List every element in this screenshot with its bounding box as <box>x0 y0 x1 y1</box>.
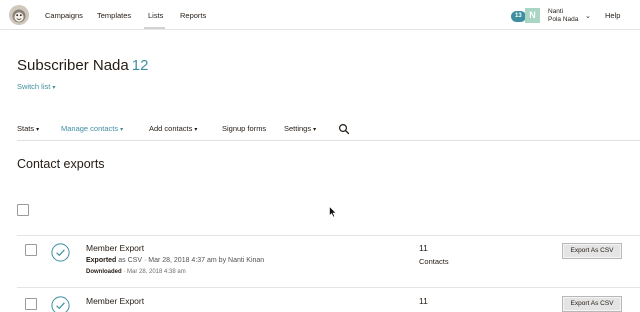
check-circle-icon <box>51 296 70 312</box>
subnav-label: Manage contacts <box>61 124 119 133</box>
mouse-cursor-icon <box>329 205 337 218</box>
search-icon[interactable] <box>338 122 350 135</box>
subnav-settings[interactable]: Settings ▾ <box>284 124 316 133</box>
subnav-label: Settings <box>284 124 312 133</box>
chevron-down-icon: ▾ <box>36 127 40 133</box>
export-status: Exported <box>86 257 117 264</box>
check-circle-icon <box>51 243 70 262</box>
row-checkbox[interactable] <box>25 298 37 310</box>
subnav-stats[interactable]: Stats ▾ <box>17 124 39 133</box>
divider <box>17 287 640 288</box>
nav-reports[interactable]: Reports <box>180 11 206 20</box>
subnav-label: Add contacts <box>149 124 193 133</box>
nav-lists[interactable]: Lists <box>148 11 163 20</box>
chevron-down-icon: ▾ <box>313 127 317 133</box>
switch-list-label: Switch list <box>17 82 51 91</box>
download-info: Downloaded · Mar 28, 2018 4:38 am <box>86 269 186 275</box>
mailchimp-logo-icon[interactable] <box>9 5 29 25</box>
export-as-csv-button[interactable]: Export As CSV <box>562 243 622 259</box>
nav-active-indicator <box>144 27 165 29</box>
subnav-add-contacts[interactable]: Add contacts ▾ <box>149 124 197 133</box>
export-meta: Exported as CSV · Mar 28, 2018 4:37 am b… <box>86 257 264 264</box>
switch-list-dropdown[interactable]: Switch list ▾ <box>17 82 55 91</box>
chevron-down-icon[interactable]: ⌄ <box>585 12 591 20</box>
select-all-checkbox[interactable] <box>17 204 29 216</box>
list-name: Subscriber Nada <box>17 57 129 74</box>
download-status: Downloaded <box>86 269 122 275</box>
top-navigation: Campaigns Templates Lists Reports 13 N N… <box>0 0 640 30</box>
divider <box>17 235 640 236</box>
nav-campaigns[interactable]: Campaigns <box>45 11 83 20</box>
subnav-manage-contacts[interactable]: Manage contacts ▾ <box>61 124 123 133</box>
contact-unit: Contacts <box>419 257 449 266</box>
export-as-csv-button[interactable]: Export As CSV <box>562 296 622 312</box>
export-name[interactable]: Member Export <box>86 243 144 253</box>
account-user-name[interactable]: Nanti <box>548 8 563 16</box>
row-checkbox[interactable] <box>25 244 37 256</box>
download-detail: · Mar 28, 2018 4:38 am <box>121 269 186 275</box>
account-org-name[interactable]: Pola Nada <box>548 16 578 24</box>
chevron-down-icon: ▾ <box>52 85 56 91</box>
nav-templates[interactable]: Templates <box>97 11 131 20</box>
section-title: Contact exports <box>17 157 105 171</box>
export-name[interactable]: Member Export <box>86 296 144 306</box>
contact-count: 11 <box>419 296 428 306</box>
export-detail: as CSV · Mar 28, 2018 4:37 am by Nanti K… <box>116 257 265 264</box>
notification-badge[interactable]: 13 <box>511 11 526 22</box>
contact-count: 11 <box>419 243 428 253</box>
chevron-down-icon: ▾ <box>120 127 124 133</box>
help-link[interactable]: Help <box>605 11 620 20</box>
chevron-down-icon: ▾ <box>194 127 198 133</box>
list-subscriber-count: 12 <box>131 57 149 74</box>
subnav-label: Stats <box>17 124 35 133</box>
subnav-signup-forms[interactable]: Signup forms <box>222 124 266 133</box>
subnav-label: Signup forms <box>222 124 267 133</box>
page-title: Subscriber Nada 12 <box>17 57 148 74</box>
avatar[interactable]: N <box>525 8 540 23</box>
divider <box>17 140 640 141</box>
